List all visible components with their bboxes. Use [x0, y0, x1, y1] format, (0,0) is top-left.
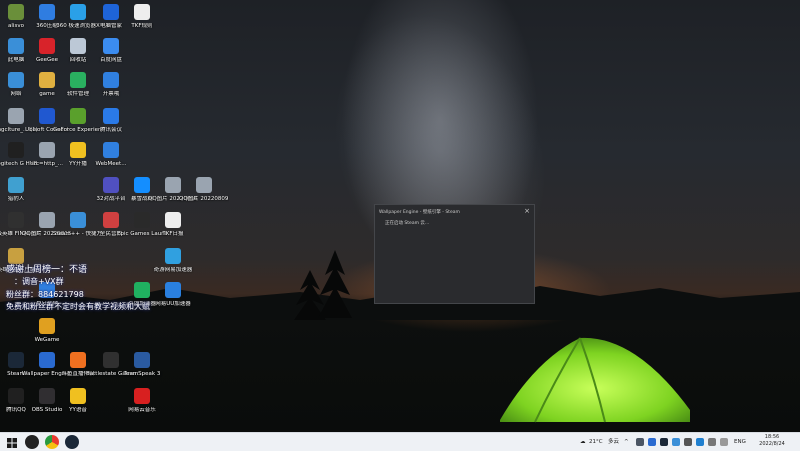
desktop-icon[interactable]: YY语音	[53, 388, 103, 414]
recycle-bin-icon	[70, 38, 86, 54]
desktop-icon-label: 开票哦	[102, 91, 120, 97]
stream-overlay-fan-group: 粉丝群：884621798	[6, 290, 84, 299]
desktop-icon-label: WeGame	[34, 337, 60, 343]
weather-desc[interactable]: 多云	[608, 433, 619, 451]
wegame-icon	[39, 318, 55, 334]
desktop-icon-label: TeamSpeak 3	[123, 371, 161, 377]
tray-app-icon[interactable]	[684, 438, 692, 446]
windows-icon	[7, 438, 17, 448]
desktop: alisvo 360压缩 360 极速浏览器X 电脑管家 TKF规则 此电脑 GeeGee 回…	[0, 0, 800, 432]
yy-icon	[70, 142, 86, 158]
uu-icon	[165, 282, 181, 298]
clock-date: 2022/8/24	[759, 441, 785, 447]
desktop-icon[interactable]: 腾讯会议	[86, 108, 136, 134]
clock[interactable]: 18:56 2022/8/24	[750, 434, 794, 448]
browser-icon	[70, 4, 86, 20]
tray-display-icon[interactable]	[720, 438, 728, 446]
desktop-icon-label: 网易云音乐	[128, 407, 156, 413]
weather-temp[interactable]: 21°C	[589, 433, 603, 451]
desktop-icon[interactable]: 网易UU加速器	[148, 282, 198, 308]
stream-overlay-thanks: 感谢上周榜一：不语	[6, 265, 88, 275]
pine-trees	[294, 250, 352, 330]
yy-icon	[70, 388, 86, 404]
desktop-icon-label: TKF规则	[131, 23, 153, 29]
taskbar-browser-icon[interactable]	[45, 435, 59, 449]
netease-music-icon	[134, 388, 150, 404]
desktop-icon[interactable]: 百度网盘	[86, 38, 136, 64]
software-manager-icon	[70, 72, 86, 88]
start-button[interactable]	[5, 435, 19, 449]
desktop-icon-label: TKF日报	[162, 231, 184, 237]
desktop-icon-label: 网易UU加速器	[155, 301, 191, 307]
tray-steam-icon[interactable]	[660, 438, 668, 446]
desktop-icon-label: 百度网盘	[99, 57, 122, 63]
tray-app-icon[interactable]	[672, 438, 680, 446]
desktop-icon[interactable]: 开票哦	[86, 72, 136, 98]
desktop-icon[interactable]: WeGame	[22, 318, 72, 344]
taskbar-steam-icon[interactable]	[65, 435, 79, 449]
invoice-icon	[103, 72, 119, 88]
tray-app-icon[interactable]	[648, 438, 656, 446]
tray-chevron-icon[interactable]: ^	[624, 433, 629, 451]
desktop-icon-label: 腾讯会议	[99, 127, 122, 133]
desktop-icon-label: 奇游网易加速器	[153, 267, 193, 273]
desktop-icon[interactable]: TKF规则	[117, 4, 167, 30]
tray-network-icon[interactable]	[696, 438, 704, 446]
webmeet-icon	[103, 142, 119, 158]
desktop-icon-label: WebMeet...	[95, 161, 127, 167]
cloud-drive-icon	[103, 38, 119, 54]
clock-time: 18:56	[764, 434, 780, 440]
desktop-icon[interactable]: TeamSpeak 3	[117, 352, 167, 378]
weather-icon[interactable]: ☁	[580, 433, 586, 451]
steam-plus-icon	[70, 212, 86, 228]
taskbar-obs-icon[interactable]	[25, 435, 39, 449]
accelerator-icon	[165, 248, 181, 264]
tray-volume-icon[interactable]	[708, 438, 716, 446]
douyu-icon	[70, 352, 86, 368]
stream-overlay-note: 免费和粉丝群不定时会有教学视频和大赋	[6, 302, 150, 311]
meeting-icon	[103, 108, 119, 124]
desktop-icon[interactable]: 奇游网易加速器	[148, 248, 198, 274]
file-icon	[134, 4, 150, 20]
image-file-icon	[196, 177, 212, 193]
app-icon	[8, 177, 24, 193]
close-icon[interactable]: ×	[524, 207, 530, 215]
desktop-icon[interactable]: QQ图片 20220809...	[179, 177, 229, 203]
desktop-icon[interactable]: WebMeet...	[86, 142, 136, 168]
desktop-icon[interactable]: TKF日报	[148, 212, 198, 238]
stream-overlay-vx: ：调音+VX群	[14, 277, 64, 286]
dialog-title: Wallpaper Engine - 壁纸引擎 - Steam	[379, 210, 460, 215]
language-indicator[interactable]: ENG	[734, 433, 746, 451]
desktop-icon-label: QQ图片 20220809...	[179, 196, 229, 202]
glowing-tent	[500, 337, 690, 423]
tray-app-icon[interactable]	[636, 438, 644, 446]
taskbar: ☁ 21°C 多云 ^ ENG 18:56 2022/8/24	[0, 432, 800, 451]
desktop-icon-label: 猎豹人	[7, 196, 25, 202]
dialog-message: 正在启动 Steam 云...	[385, 221, 430, 226]
teamspeak-icon	[134, 352, 150, 368]
desktop-icon[interactable]: 网易云音乐	[117, 388, 167, 414]
wallpaper-engine-dialog: Wallpaper Engine - 壁纸引擎 - Steam × 正在启动 S…	[374, 204, 535, 304]
desktop-icon[interactable]: 猎豹人	[0, 177, 41, 203]
desktop-icon-label: YY语音	[69, 407, 87, 413]
geforce-icon	[70, 108, 86, 124]
file-icon	[165, 212, 181, 228]
